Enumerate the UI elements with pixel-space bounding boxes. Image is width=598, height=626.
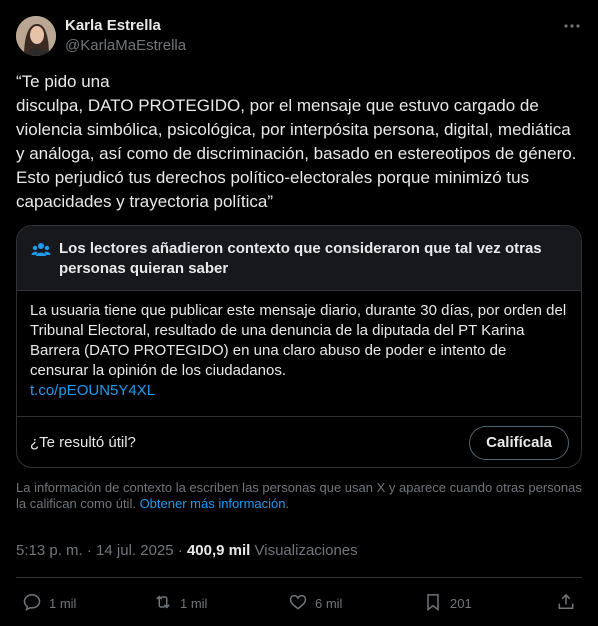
community-note-header: Los lectores añadieron contexto que cons… bbox=[17, 226, 581, 291]
repost-icon bbox=[153, 592, 173, 615]
community-note-body: La usuaria tiene que publicar este mensa… bbox=[17, 291, 581, 417]
views-count: 400,9 mil bbox=[186, 542, 251, 559]
divider bbox=[16, 577, 582, 578]
community-note: Los lectores añadieron contexto que cons… bbox=[16, 225, 582, 468]
community-note-title: Los lectores añadieron contexto que cons… bbox=[59, 240, 542, 277]
tweet-detail: Karla Estrella @KarlaMaEstrella “Te pido… bbox=[0, 0, 598, 626]
views-label: Visualizaciones bbox=[250, 542, 358, 559]
community-note-footer: ¿Te resultó útil? Califícala bbox=[17, 417, 581, 467]
share-icon bbox=[556, 592, 576, 615]
meta-separator: · bbox=[82, 542, 97, 559]
bookmark-button[interactable]: 201 bbox=[423, 590, 472, 616]
learn-more-link[interactable]: Obtener más información bbox=[140, 496, 286, 511]
reply-icon bbox=[22, 592, 42, 615]
rate-note-button[interactable]: Califícala bbox=[469, 425, 569, 460]
community-note-text: La usuaria tiene que publicar este mensa… bbox=[30, 302, 567, 379]
more-options-icon[interactable] bbox=[562, 16, 582, 36]
author-display-name[interactable]: Karla Estrella bbox=[65, 16, 186, 36]
reply-button[interactable]: 1 mil bbox=[22, 590, 76, 616]
like-button[interactable]: 6 mil bbox=[288, 590, 342, 616]
context-info-trailing: . bbox=[285, 496, 290, 511]
repost-count: 1 mil bbox=[180, 595, 208, 611]
bookmark-count: 201 bbox=[450, 595, 472, 611]
avatar[interactable] bbox=[16, 16, 56, 56]
share-button[interactable] bbox=[556, 590, 576, 616]
tweet-header: Karla Estrella @KarlaMaEstrella bbox=[16, 14, 582, 58]
community-note-link[interactable]: t.co/pEOUN5Y4XL bbox=[30, 381, 567, 401]
useful-question: ¿Te resultó útil? bbox=[30, 434, 136, 451]
context-info: La información de contexto la escriben l… bbox=[16, 480, 582, 512]
action-bar: 1 mil 1 mil 6 mil 201 bbox=[16, 590, 582, 616]
tweet-time[interactable]: 5:13 p. m. bbox=[16, 542, 83, 559]
tweet-text: “Te pido una disculpa, DATO PROTEGIDO, p… bbox=[16, 72, 577, 211]
author-handle[interactable]: @KarlaMaEstrella bbox=[65, 36, 186, 56]
repost-button[interactable]: 1 mil bbox=[153, 590, 207, 616]
like-count: 6 mil bbox=[315, 595, 343, 611]
context-info-text: La información de contexto la escriben l… bbox=[16, 480, 582, 511]
bookmark-icon bbox=[423, 592, 443, 615]
meta-separator-2: · bbox=[173, 542, 187, 559]
tweet-date[interactable]: 14 jul. 2025 bbox=[96, 542, 174, 559]
people-icon bbox=[31, 240, 51, 260]
heart-icon bbox=[288, 592, 308, 615]
tweet-meta: 5:13 p. m. · 14 jul. 2025 · 400,9 mil Vi… bbox=[16, 541, 358, 561]
reply-count: 1 mil bbox=[49, 595, 77, 611]
